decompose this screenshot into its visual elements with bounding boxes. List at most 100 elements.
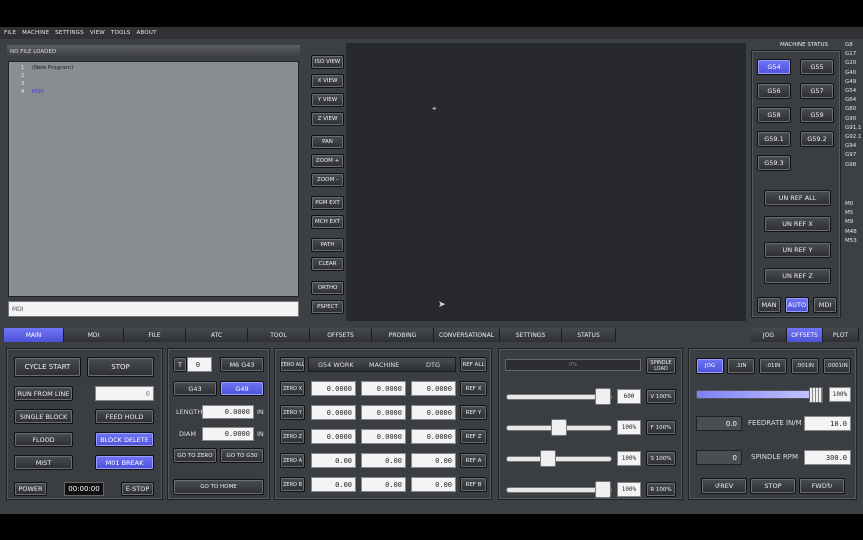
jog-step-button[interactable]: JOG: [696, 358, 724, 374]
menu-item-view[interactable]: VIEW: [90, 30, 105, 36]
spindle-stop-button[interactable]: STOP: [750, 478, 796, 494]
tool-number-input[interactable]: 0: [187, 357, 212, 372]
go-to-zero-button[interactable]: GO TO ZERO: [173, 448, 217, 463]
zero-axis-button[interactable]: ZERO Z: [280, 429, 305, 444]
mdi-input[interactable]: MDI: [8, 301, 299, 317]
tab-main[interactable]: MAIN: [4, 328, 64, 342]
unref-button-1[interactable]: UN REF X: [764, 216, 831, 232]
go-to-home-button[interactable]: GO TO HOME: [173, 479, 264, 495]
tab-atc[interactable]: ATC: [186, 328, 248, 342]
tab-offsets[interactable]: OFFSETS: [310, 328, 372, 342]
wcs-button-g59.2[interactable]: G59.2: [800, 131, 834, 147]
zero-axis-button[interactable]: ZERO Y: [280, 405, 305, 420]
feedrate-setpoint[interactable]: 10.0: [804, 416, 851, 431]
wcs-button-g59.1[interactable]: G59.1: [757, 131, 791, 147]
ref-axis-button[interactable]: REF A: [460, 453, 487, 468]
view-button-10[interactable]: CLEAR: [311, 257, 344, 271]
view-button-11[interactable]: ORTHO: [311, 281, 344, 295]
override-slider[interactable]: [506, 388, 612, 405]
jog-step-button[interactable]: .001IN: [791, 358, 819, 374]
mode-button-man[interactable]: MAN: [757, 297, 781, 313]
go-to-g30-button[interactable]: GO TO G30: [220, 448, 264, 463]
mode-button-mdi[interactable]: MDI: [813, 297, 837, 313]
menu-item-settings[interactable]: SETTINGS: [55, 30, 84, 36]
slider-knob[interactable]: [551, 419, 567, 436]
single-block-button[interactable]: SINGLE BLOCK: [14, 409, 73, 424]
unref-button-2[interactable]: UN REF Y: [764, 242, 831, 258]
g43-button[interactable]: G43: [173, 381, 217, 396]
override-reset-button[interactable]: R 100%: [646, 482, 676, 497]
tool-t-button[interactable]: T: [173, 357, 187, 372]
tab-settings[interactable]: SETTINGS: [500, 328, 562, 342]
m01-break-button[interactable]: M01 BREAK: [95, 455, 154, 470]
slider-knob[interactable]: [595, 481, 611, 498]
tab-file[interactable]: FILE: [124, 328, 186, 342]
stop-button[interactable]: STOP: [87, 357, 154, 377]
jog-step-button[interactable]: .01IN: [759, 358, 787, 374]
jog-step-button[interactable]: .0001IN: [823, 358, 851, 374]
view-button-3[interactable]: Z VIEW: [311, 112, 344, 126]
view-button-9[interactable]: PATH: [311, 238, 344, 252]
slider-knob[interactable]: [809, 387, 823, 403]
zero-axis-button[interactable]: ZERO X: [280, 381, 305, 396]
tab-tool[interactable]: TOOL: [248, 328, 310, 342]
tab-right-offsets[interactable]: OFFSETS: [787, 328, 823, 342]
override-slider[interactable]: [506, 419, 612, 436]
cycle-start-button[interactable]: CYCLE START: [14, 357, 81, 377]
gcode-editor[interactable]: 1 (New Program) 2 3 4 M30: [8, 61, 299, 297]
view-button-0[interactable]: ISO VIEW: [311, 55, 344, 69]
mist-button[interactable]: MIST: [14, 455, 73, 470]
wcs-button-g59.3[interactable]: G59.3: [757, 155, 791, 171]
spindle-rev-button[interactable]: ↺ REV: [701, 478, 747, 494]
ref-axis-button[interactable]: REF Z: [460, 429, 487, 444]
tab-probing[interactable]: PROBING: [372, 328, 434, 342]
override-slider[interactable]: [506, 481, 612, 498]
wcs-button-g55[interactable]: G55: [800, 59, 834, 75]
tab-status[interactable]: STATUS: [562, 328, 616, 342]
slider-knob[interactable]: [540, 450, 556, 467]
override-reset-button[interactable]: S 100%: [646, 451, 676, 466]
wcs-button-g59[interactable]: G59: [800, 107, 834, 123]
jog-rate-slider[interactable]: [696, 387, 823, 403]
spindle-fwd-button[interactable]: FWD ↻: [799, 478, 845, 494]
wcs-button-g58[interactable]: G58: [757, 107, 791, 123]
jog-step-button[interactable]: .1IN: [727, 358, 755, 374]
view-button-5[interactable]: ZOOM +: [311, 154, 344, 168]
power-button[interactable]: POWER: [14, 482, 47, 496]
run-from-line-button[interactable]: RUN FROM LINE: [14, 386, 73, 401]
zero-all-button[interactable]: ZERO ALL: [280, 357, 305, 372]
zero-axis-button[interactable]: ZERO B: [280, 477, 305, 492]
ref-axis-button[interactable]: REF X: [460, 381, 487, 396]
wcs-button-g56[interactable]: G56: [757, 83, 791, 99]
ref-axis-button[interactable]: REF B: [460, 477, 487, 492]
wcs-button-g54[interactable]: G54: [757, 59, 791, 75]
plot-canvas[interactable]: ⌖ ➤: [346, 43, 746, 321]
menu-item-tools[interactable]: TOOLS: [111, 30, 131, 36]
g49-button[interactable]: G49: [220, 381, 264, 396]
view-button-8[interactable]: MCH EXT: [311, 215, 344, 229]
view-button-7[interactable]: PGM EXT: [311, 196, 344, 210]
ref-axis-button[interactable]: REF Y: [460, 405, 487, 420]
menu-item-about[interactable]: ABOUT: [137, 30, 157, 36]
unref-button-3[interactable]: UN REF Z: [764, 268, 831, 284]
tab-conversational[interactable]: CONVERSATIONAL: [434, 328, 500, 342]
override-reset-button[interactable]: F 100%: [646, 420, 676, 435]
zero-axis-button[interactable]: ZERO A: [280, 453, 305, 468]
ref-all-button[interactable]: REF ALL: [460, 357, 487, 372]
feed-hold-button[interactable]: FEED HOLD: [95, 409, 154, 424]
tab-right-plot[interactable]: PLOT: [823, 328, 859, 342]
view-button-1[interactable]: X VIEW: [311, 74, 344, 88]
view-button-2[interactable]: Y VIEW: [311, 93, 344, 107]
override-reset-button[interactable]: V 100%: [646, 389, 676, 404]
spindle-rpm-setpoint[interactable]: 300.0: [804, 450, 851, 465]
flood-button[interactable]: FLOOD: [14, 432, 73, 447]
unref-button-0[interactable]: UN REF ALL: [764, 190, 831, 206]
slider-knob[interactable]: [595, 388, 611, 405]
view-button-6[interactable]: ZOOM -: [311, 173, 344, 187]
tab-mdi[interactable]: MDI: [64, 328, 124, 342]
m6g43-button[interactable]: M6 G43: [220, 357, 264, 372]
menu-item-file[interactable]: FILE: [4, 30, 16, 36]
view-button-12[interactable]: PSPECT: [311, 300, 344, 314]
block-delete-button[interactable]: BLOCK DELETE: [95, 432, 154, 447]
run-from-line-input[interactable]: 0: [95, 386, 154, 401]
